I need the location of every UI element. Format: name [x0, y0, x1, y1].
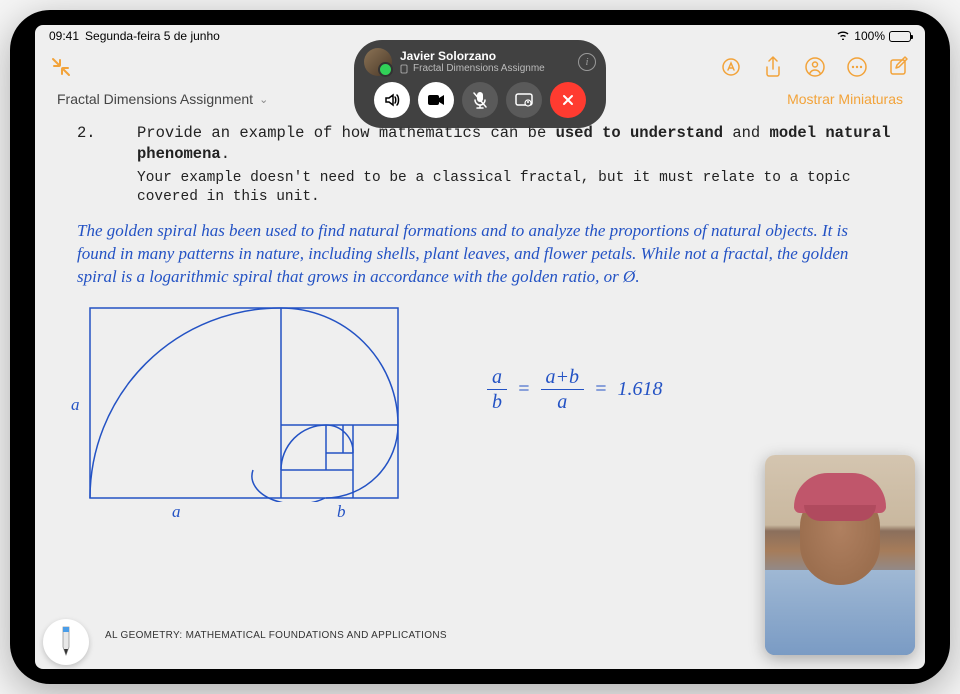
caller-subtitle: Fractal Dimensions Assignme — [400, 63, 545, 74]
facetime-self-view[interactable] — [765, 455, 915, 655]
status-date: Segunda-feira 5 de junho — [85, 29, 220, 43]
facetime-overlay[interactable]: Javier Solorzano Fractal Dimensions Assi… — [354, 40, 606, 128]
camera-button[interactable] — [418, 82, 454, 118]
caller-name: Javier Solorzano — [400, 50, 545, 63]
status-time: 09:41 — [49, 29, 79, 43]
golden-ratio-equation: a b = a+b a = 1.618 — [487, 367, 663, 412]
eq-frac1-top: a — [487, 367, 507, 390]
eq-equals-1: = — [517, 378, 531, 401]
golden-spiral-diagram — [89, 307, 399, 502]
screenshare-button[interactable] — [506, 82, 542, 118]
wifi-icon — [836, 29, 850, 43]
compose-icon[interactable] — [887, 55, 911, 79]
eq-equals-2: = — [594, 378, 608, 401]
eq-value: 1.618 — [618, 378, 663, 401]
battery-percent: 100% — [854, 29, 885, 43]
question-text: Provide an example of how mathematics ca… — [137, 123, 895, 165]
document-title: Fractal Dimensions Assignment — [57, 91, 253, 107]
label-a-vertical: a — [71, 395, 80, 415]
question-end: . — [221, 145, 230, 163]
question-block: 2. Provide an example of how mathematics… — [77, 123, 895, 208]
markup-icon[interactable] — [719, 55, 743, 79]
eq-frac2-top: a+b — [541, 367, 585, 390]
speaker-button[interactable] — [374, 82, 410, 118]
battery-icon — [889, 31, 911, 42]
handwritten-answer: The golden spiral has been used to find … — [77, 220, 895, 289]
mute-button[interactable] — [462, 82, 498, 118]
caller-avatar — [364, 48, 392, 76]
drawing-tool-button[interactable] — [43, 619, 89, 665]
collaborate-icon[interactable] — [803, 55, 827, 79]
pen-icon — [53, 625, 79, 659]
end-call-button[interactable] — [550, 82, 586, 118]
screen: 09:41 Segunda-feira 5 de junho 100% — [35, 25, 925, 669]
exit-fullscreen-icon[interactable] — [49, 55, 73, 79]
label-b-horizontal: b — [337, 502, 346, 522]
chevron-down-icon: ⌄ — [259, 93, 268, 106]
share-doc-name: Fractal Dimensions Assignme — [413, 63, 545, 74]
label-a-horizontal: a — [172, 502, 181, 522]
document-title-dropdown[interactable]: Fractal Dimensions Assignment ⌄ — [57, 91, 268, 107]
info-icon[interactable]: i — [578, 53, 596, 71]
question-number: 2. — [77, 123, 137, 208]
question-mid: and — [723, 124, 770, 142]
eq-frac1-bot: b — [492, 390, 502, 412]
page-footer-text: AL GEOMETRY: MATHEMATICAL FOUNDATIONS AN… — [105, 630, 447, 641]
ipad-frame: 09:41 Segunda-feira 5 de junho 100% — [10, 10, 950, 684]
more-icon[interactable] — [845, 55, 869, 79]
question-subtext: Your example doesn't need to be a classi… — [137, 169, 895, 208]
eq-frac2-bot: a — [557, 390, 567, 412]
share-icon[interactable] — [761, 55, 785, 79]
show-thumbnails-button[interactable]: Mostrar Miniaturas — [787, 91, 903, 107]
